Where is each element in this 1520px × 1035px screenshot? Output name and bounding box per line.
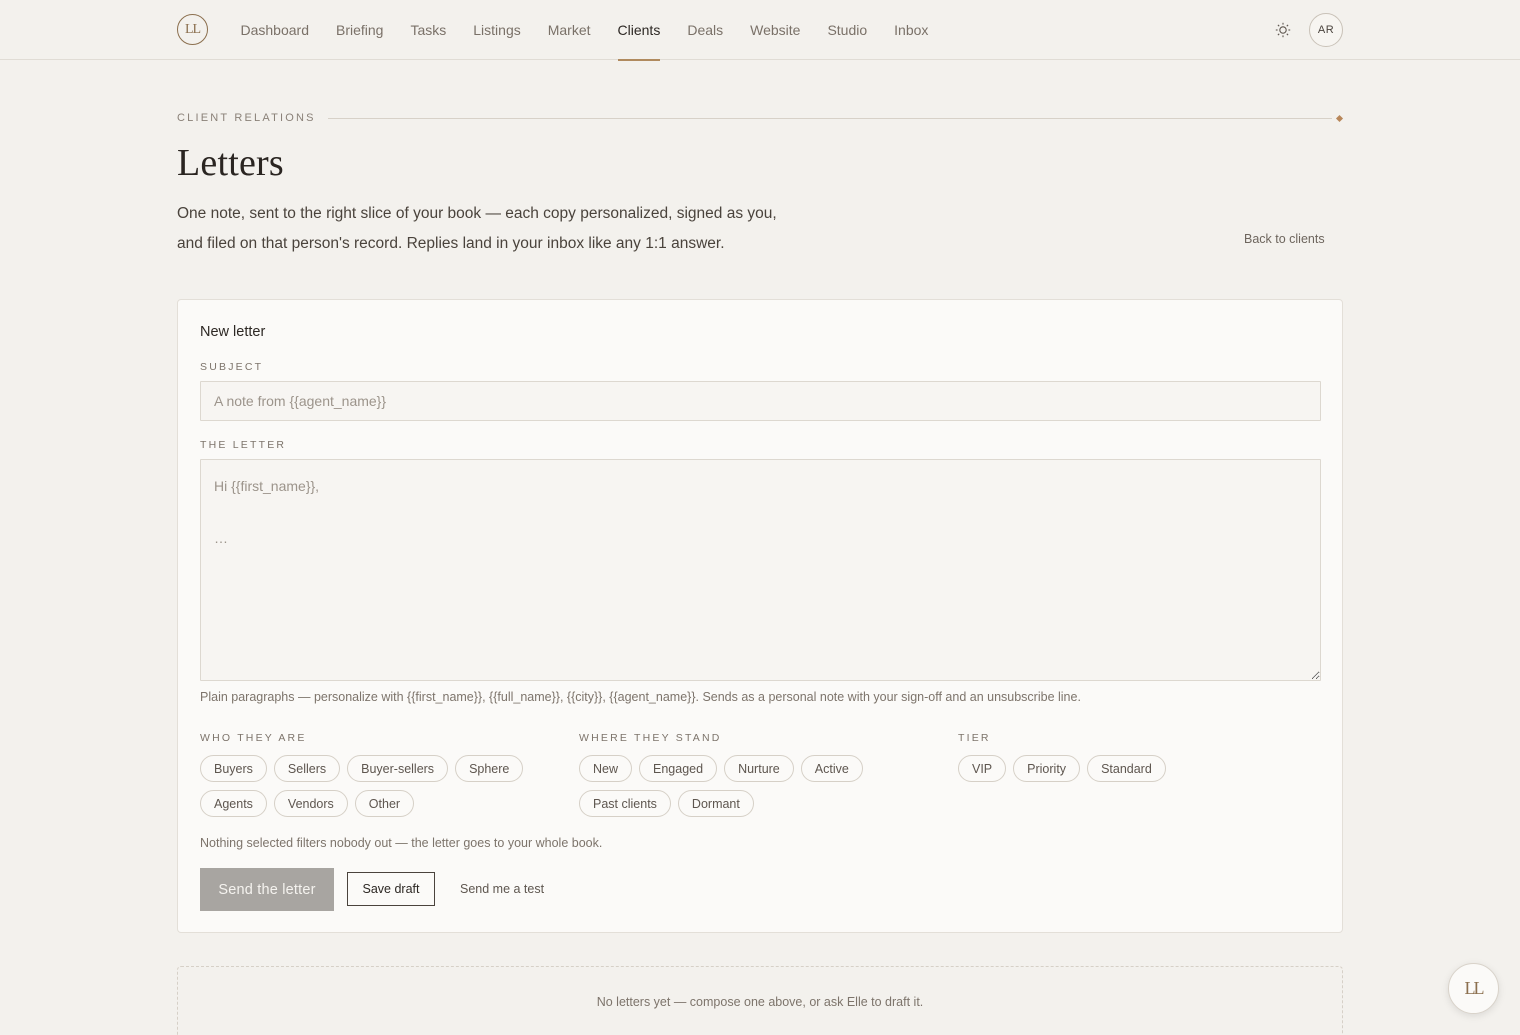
letters-empty-state: No letters yet — compose one above, or a…	[177, 966, 1343, 1035]
avatar[interactable]: AR	[1309, 13, 1343, 47]
nav-item-inbox[interactable]: Inbox	[881, 0, 942, 60]
card-title: New letter	[200, 324, 266, 340]
personalization-hint: Plain paragraphs — personalize with {{fi…	[200, 690, 1081, 704]
filter-group-where-they-stand: WHERE THEY STAND New Engaged Nurture Active…	[579, 732, 939, 817]
top-nav-bar: LL Dashboard Briefing Tasks Listings Market C…	[0, 0, 1520, 61]
filter-chip-engaged[interactable]: Engaged	[639, 755, 718, 782]
filter-group-who-they-are: WHO THEY ARE Buyers Sellers Buyer-sellers S…	[200, 732, 560, 817]
send-test-link[interactable]: Send me a test	[460, 882, 544, 896]
letter-body-input[interactable]	[200, 459, 1321, 681]
filter-group-label: WHO THEY ARE	[200, 732, 307, 744]
subject-input[interactable]	[200, 381, 1321, 421]
diamond-ornament-icon	[1335, 114, 1344, 123]
filter-chip-past-clients[interactable]: Past clients	[579, 790, 671, 817]
filter-chip-new[interactable]: New	[579, 755, 633, 782]
subject-label: SUBJECT	[200, 361, 264, 373]
filter-chip-buyer-sellers[interactable]: Buyer-sellers	[347, 755, 449, 782]
filter-chip-priority[interactable]: Priority	[1013, 755, 1081, 782]
page-title: Letters	[177, 142, 284, 184]
filter-group-label: TIER	[958, 732, 991, 744]
filter-group-label: WHERE THEY STAND	[579, 732, 722, 744]
sun-icon[interactable]	[1272, 19, 1294, 41]
nav-item-deals[interactable]: Deals	[674, 0, 737, 60]
filter-chip-buyers[interactable]: Buyers	[200, 755, 267, 782]
filter-chip-agents[interactable]: Agents	[200, 790, 267, 817]
eyebrow-divider	[328, 118, 1332, 119]
filter-group-tier: TIER VIP Priority Standard	[958, 732, 1318, 782]
filter-chip-dormant[interactable]: Dormant	[677, 790, 754, 817]
filter-chip-sphere[interactable]: Sphere	[455, 755, 524, 782]
nav-item-market[interactable]: Market	[534, 0, 604, 60]
nav-item-briefing[interactable]: Briefing	[323, 0, 397, 60]
nav-item-website[interactable]: Website	[737, 0, 814, 60]
filter-chip-standard[interactable]: Standard	[1087, 755, 1166, 782]
nav-item-studio[interactable]: Studio	[814, 0, 881, 60]
nav-item-clients[interactable]: Clients	[604, 0, 674, 61]
page-intro: One note, sent to the right slice of you…	[177, 205, 777, 252]
letter-label: THE LETTER	[200, 439, 287, 451]
filter-note: Nothing selected filters nobody out — th…	[200, 836, 603, 850]
section-eyebrow: CLIENT RELATIONS	[177, 112, 1344, 126]
filter-chip-active[interactable]: Active	[800, 755, 863, 782]
nav-item-dashboard[interactable]: Dashboard	[227, 0, 323, 60]
filter-chip-vendors[interactable]: Vendors	[273, 790, 348, 817]
assistant-monogram-icon[interactable]: LL	[1448, 963, 1499, 1014]
main-nav: Dashboard Briefing Tasks Listings Market Clie…	[227, 0, 942, 61]
filter-chip-nurture[interactable]: Nurture	[724, 755, 794, 782]
empty-state-text: No letters yet — compose one above, or a…	[596, 995, 924, 1009]
monogram-logo[interactable]: LL	[177, 14, 208, 45]
send-letter-button[interactable]: Send the letter	[200, 868, 334, 911]
filter-chip-vip[interactable]: VIP	[958, 755, 1007, 782]
filter-chip-sellers[interactable]: Sellers	[273, 755, 341, 782]
nav-item-tasks[interactable]: Tasks	[397, 0, 460, 60]
new-letter-card: New letter SUBJECT THE LETTER Plain para…	[177, 299, 1343, 933]
save-draft-button[interactable]: Save draft	[347, 872, 435, 906]
filter-chip-other[interactable]: Other	[354, 790, 415, 817]
back-to-clients-link[interactable]: Back to clients	[1244, 232, 1325, 246]
eyebrow-label: CLIENT RELATIONS	[177, 112, 316, 124]
nav-item-listings[interactable]: Listings	[460, 0, 534, 60]
